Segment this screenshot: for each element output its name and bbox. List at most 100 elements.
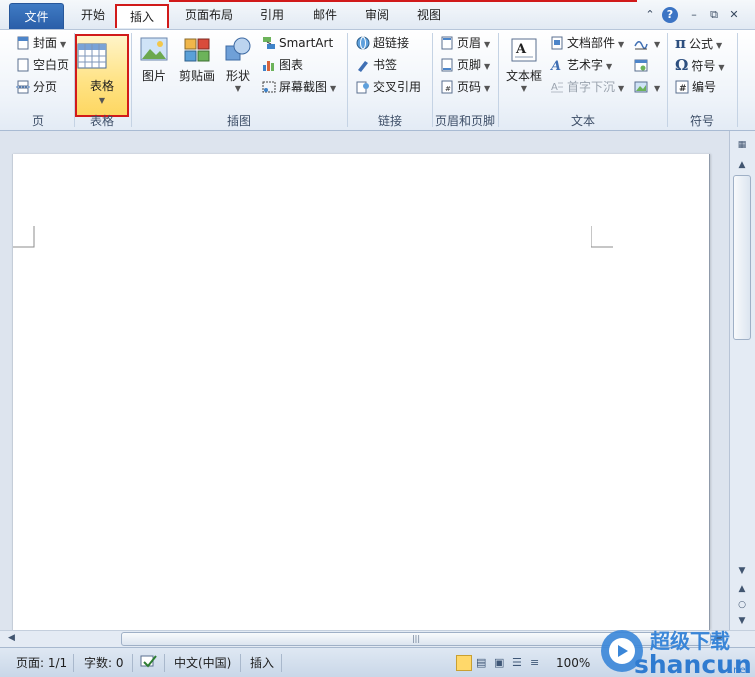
document-page[interactable] — [12, 154, 710, 630]
insert-shapes-button[interactable]: 形状 ▼ — [221, 36, 255, 93]
draft-view-icon[interactable]: ≡ — [530, 654, 539, 672]
full-screen-reading-icon[interactable]: ▤ — [476, 654, 486, 672]
hyperlink-icon — [356, 36, 370, 49]
tab-review[interactable]: 审阅 — [354, 4, 400, 28]
zoom-level[interactable]: 100% — [556, 654, 590, 672]
footer-button[interactable]: 页脚 ▼ — [440, 55, 490, 75]
blank-page-label: 空白页 — [33, 58, 70, 72]
screenshot-label: 屏幕截图 — [279, 80, 328, 94]
symbol-button[interactable]: Ω 符号 ▼ — [675, 55, 725, 75]
wordart-icon: A — [550, 59, 561, 72]
svg-text:#: # — [679, 84, 687, 94]
page-number-button[interactable]: # 页码 ▼ — [440, 77, 490, 97]
svg-text:A: A — [515, 42, 527, 57]
scroll-left-icon[interactable]: ◀ — [8, 633, 15, 643]
ruler-toggle-icon[interactable]: ▦ — [733, 137, 751, 153]
chevron-down-icon: ▼ — [606, 62, 613, 71]
tab-references[interactable]: 引用 — [250, 4, 294, 28]
equation-button[interactable]: π 公式 ▼ — [675, 33, 722, 53]
screenshot-icon — [262, 81, 276, 92]
numbering-button[interactable]: # 编号 — [675, 77, 716, 97]
smartart-button[interactable]: SmartArt — [262, 33, 333, 53]
group-label-pages: 页 — [31, 114, 44, 128]
chevron-down-icon: ▼ — [654, 40, 661, 49]
chevron-down-icon: ▼ — [330, 84, 337, 93]
object-button[interactable]: ▼ — [634, 77, 660, 97]
date-time-button[interactable] — [634, 55, 651, 75]
quick-parts-label: 文档部件 — [567, 36, 616, 50]
minimize-icon[interactable]: – — [686, 7, 702, 23]
insert-table-button[interactable]: 表格 ▼ — [75, 34, 129, 117]
status-divider — [132, 654, 133, 672]
header-icon — [441, 36, 453, 49]
shapes-label: 形状 — [225, 69, 250, 83]
vertical-scroll-thumb[interactable] — [733, 175, 751, 340]
tab-mailings[interactable]: 邮件 — [302, 4, 348, 28]
header-button[interactable]: 页眉 ▼ — [440, 33, 490, 53]
svg-text:A: A — [551, 82, 558, 93]
group-divider — [737, 33, 738, 127]
chevron-down-icon: ▼ — [654, 84, 661, 93]
close-icon[interactable]: ✕ — [726, 7, 742, 23]
collapse-ribbon-icon[interactable]: ⌃ — [642, 7, 658, 23]
scroll-down-icon[interactable]: ▼ — [733, 563, 751, 579]
textbox-button[interactable]: A 文本框 ▼ — [503, 36, 545, 93]
page-break-icon — [16, 80, 30, 93]
signature-line-button[interactable]: ▼ — [634, 33, 660, 53]
page-break-button[interactable]: 分页 — [16, 77, 57, 97]
bookmark-label: 书签 — [373, 58, 398, 72]
vertical-scrollbar[interactable]: ▦ ▲ ▼ ▲ ○ ▼ — [730, 131, 755, 631]
chevron-down-icon: ▼ — [98, 96, 106, 105]
insert-picture-button[interactable]: 图片 — [137, 36, 171, 84]
numbering-label: 编号 — [692, 80, 717, 94]
language-indicator[interactable]: 中文(中国) — [174, 654, 231, 672]
chart-button[interactable]: 图表 — [262, 55, 303, 75]
tab-home[interactable]: 开始 — [70, 4, 116, 28]
status-divider — [281, 654, 282, 672]
smartart-icon — [263, 36, 275, 49]
blank-page-button[interactable]: 空白页 — [16, 55, 69, 75]
status-divider — [73, 654, 74, 672]
tab-file[interactable]: 文件 — [9, 3, 64, 29]
quick-parts-button[interactable]: 文档部件 ▼ — [550, 33, 624, 53]
cross-reference-icon — [356, 81, 369, 93]
screenshot-button[interactable]: 屏幕截图 ▼ — [262, 77, 336, 97]
insert-mode-indicator[interactable]: 插入 — [250, 654, 274, 672]
insert-clipart-button[interactable]: 剪贴画 — [176, 36, 218, 84]
tab-page-layout[interactable]: 页面布局 — [176, 4, 242, 28]
picture-icon — [140, 37, 168, 61]
proofing-icon[interactable] — [140, 654, 158, 672]
help-icon[interactable]: ? — [662, 7, 678, 23]
table-icon — [77, 43, 107, 69]
drop-cap-button[interactable]: A 首字下沉 ▼ — [550, 77, 624, 97]
chart-label: 图表 — [279, 58, 304, 72]
table-button-label: 表格 — [89, 79, 114, 93]
restore-icon[interactable]: ⧉ — [706, 7, 722, 23]
wordart-button[interactable]: A 艺术字 ▼ — [550, 55, 612, 75]
previous-page-icon[interactable]: ▲ — [733, 581, 751, 597]
tab-view[interactable]: 视图 — [406, 4, 452, 28]
outline-view-icon[interactable]: ☰ — [512, 654, 522, 672]
page-count[interactable]: 页面: 1/1 — [16, 654, 67, 672]
drop-cap-icon: A — [551, 82, 563, 93]
numbering-icon: # — [675, 80, 689, 94]
group-label-header-footer: 页眉和页脚 — [434, 114, 495, 128]
group-label-text: 文本 — [570, 114, 595, 128]
clipart-label: 剪贴画 — [178, 69, 215, 83]
clipart-icon — [184, 38, 210, 62]
cross-reference-button[interactable]: 交叉引用 — [356, 77, 421, 97]
symbol-label: 符号 — [691, 59, 716, 73]
svg-text:#: # — [445, 85, 451, 93]
object-icon — [634, 81, 648, 92]
hyperlink-label: 超链接 — [373, 36, 410, 50]
web-layout-icon[interactable]: ▣ — [494, 654, 504, 672]
browse-object-icon[interactable]: ○ — [733, 597, 751, 613]
scroll-up-icon[interactable]: ▲ — [733, 157, 751, 173]
bookmark-button[interactable]: 书签 — [356, 55, 397, 75]
word-count[interactable]: 字数: 0 — [84, 654, 124, 672]
hyperlink-button[interactable]: 超链接 — [356, 33, 409, 53]
tab-insert[interactable]: 插入 — [115, 4, 169, 28]
print-layout-view-icon[interactable] — [456, 655, 472, 671]
footer-label: 页脚 — [457, 58, 482, 72]
cover-page-button[interactable]: 封面 ▼ — [16, 33, 66, 53]
